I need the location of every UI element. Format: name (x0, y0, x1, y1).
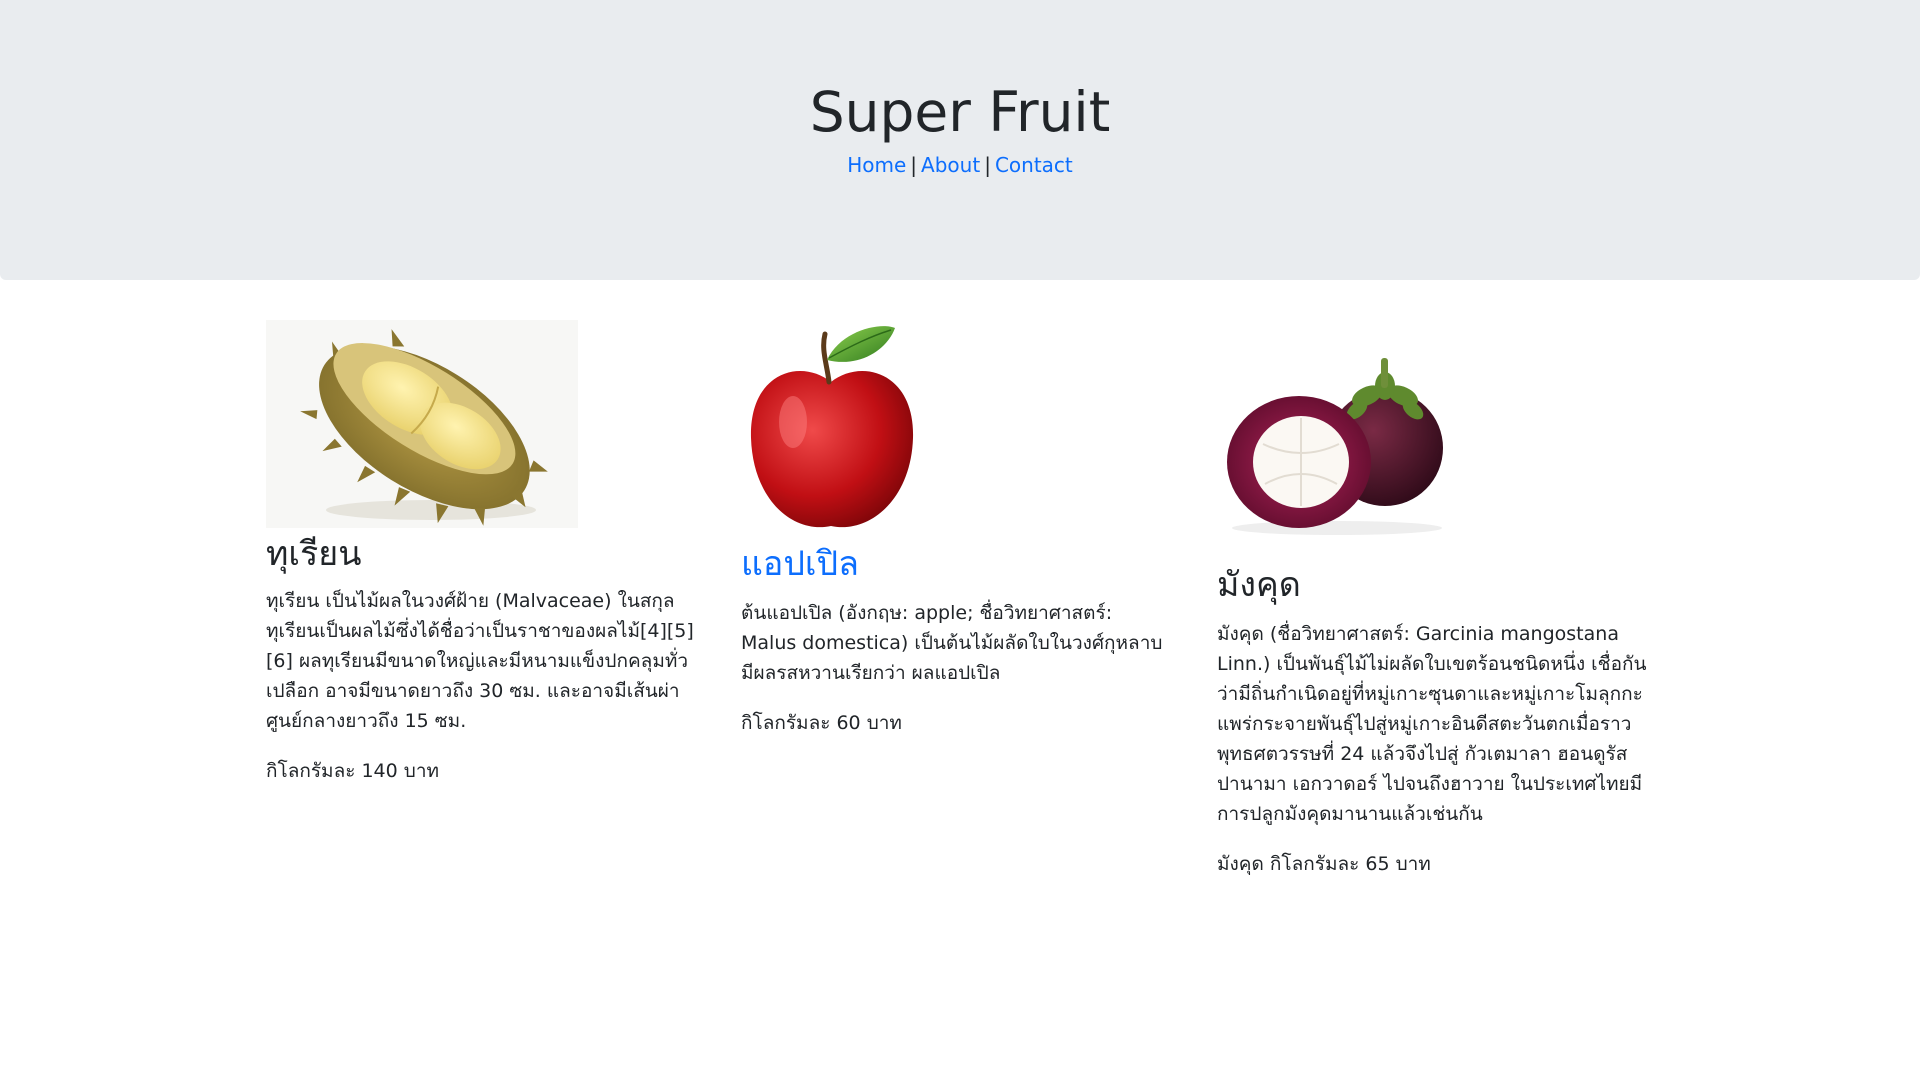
fruit-card-durian: ทุเรียน ทุเรียน เป็นไม้ผลในวงศ์ฝ้าย (Mal… (266, 320, 696, 786)
nav-separator: | (984, 153, 991, 177)
fruit-description: ทุเรียน เป็นไม้ผลในวงศ์ฝ้าย (Malvaceae) … (266, 590, 694, 732)
top-nav: Home | About | Contact (0, 150, 1920, 180)
fruit-price: กิโลกรัมละ 140 บาท (266, 760, 440, 782)
nav-contact-link[interactable]: Contact (995, 153, 1073, 177)
nav-about-link[interactable]: About (921, 153, 980, 177)
fruit-description: ต้นแอปเปิล (อังกฤษ: apple; ชื่อวิทยาศาสต… (741, 602, 1163, 684)
nav-separator: | (910, 153, 918, 177)
fruit-title-link[interactable]: แอปเปิล (741, 542, 1171, 586)
fruit-price: มังคุด กิโลกรัมละ 65 บาท (1217, 853, 1431, 875)
fruit-card-mangosteen: มังคุด มังคุด (ชื่อวิทยาศาสตร์: Garcinia… (1217, 352, 1647, 879)
apple-image (741, 320, 921, 538)
fruit-description: มังคุด (ชื่อวิทยาศาสตร์: Garcinia mangos… (1217, 623, 1647, 825)
nav-home-link[interactable]: Home (847, 153, 906, 177)
fruit-card-apple: แอปเปิล ต้นแอปเปิล (อังกฤษ: apple; ชื่อว… (741, 320, 1171, 738)
page-title: Super Fruit (809, 80, 1111, 144)
fruit-title: มังคุด (1217, 565, 1301, 605)
fruit-title: ทุเรียน (266, 534, 362, 574)
durian-image (266, 320, 578, 528)
mangosteen-image (1217, 352, 1461, 537)
fruit-price: กิโลกรัมละ 60 บาท (741, 712, 902, 734)
hero-header: Super Fruit Home | About | Contact (0, 0, 1920, 280)
